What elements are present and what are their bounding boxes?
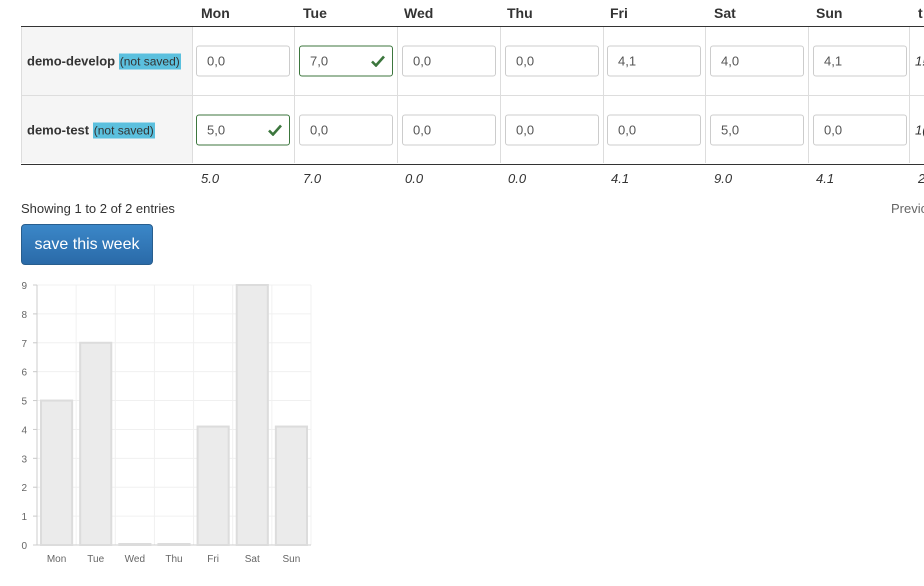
x-tick-label: Wed (125, 554, 145, 565)
not-saved-badge: (not saved) (118, 53, 181, 70)
hours-input-sun[interactable] (813, 114, 907, 145)
hours-input-sun[interactable] (813, 45, 907, 77)
total-all: 2 (918, 171, 924, 186)
not-saved-badge: (not saved) (92, 122, 155, 138)
hours-input-thu[interactable] (505, 114, 599, 145)
total-sat: 9.0 (714, 171, 733, 186)
hours-input-wed[interactable] (402, 45, 496, 77)
total-wed: 0.0 (405, 171, 424, 186)
hours-input-sat[interactable] (710, 114, 804, 145)
cell-tue (295, 96, 398, 163)
row-name-cell: demo-test (not saved) (21, 96, 193, 163)
hours-input-wed[interactable] (402, 114, 496, 145)
table-row: demo-develop (not saved) 1! (21, 27, 924, 95)
bar-wed (118, 543, 152, 546)
column-header-mon[interactable]: Mon (201, 5, 230, 21)
cell-mon (192, 27, 295, 95)
check-icon (268, 124, 282, 136)
x-tick-label: Thu (165, 554, 182, 565)
total-mon: 5.0 (201, 171, 220, 186)
x-tick-label: Sat (245, 554, 260, 565)
cell-tue (295, 27, 398, 95)
cell-fri (603, 96, 706, 163)
x-tick-label: Fri (207, 554, 219, 565)
hours-input-fri[interactable] (607, 45, 701, 77)
hours-input-sat[interactable] (710, 45, 804, 77)
column-header-fri[interactable]: Fri (610, 5, 628, 21)
row-name: demo-develop (27, 53, 116, 69)
y-tick-label: 3 (21, 454, 27, 465)
row-total: 1! (915, 53, 924, 69)
x-tick-label: Tue (87, 554, 104, 565)
cell-mon (192, 96, 295, 163)
column-header-sun[interactable]: Sun (816, 5, 842, 21)
hours-input-mon[interactable] (196, 45, 290, 77)
row-total: 1( (915, 122, 924, 137)
bar-mon (40, 399, 74, 546)
hours-input-tue[interactable] (299, 114, 393, 145)
bar-fri (196, 425, 230, 546)
table-footer-border (21, 164, 924, 165)
entries-info: Showing 1 to 2 of 2 entries (21, 201, 175, 216)
bar-thu (157, 543, 191, 546)
y-tick-label: 8 (21, 310, 27, 321)
bar-sun (274, 425, 309, 546)
x-tick-label: Mon (47, 554, 66, 565)
y-tick-label: 0 (21, 541, 27, 552)
y-tick-label: 6 (21, 368, 27, 379)
cell-thu (501, 96, 604, 163)
total-thu: 0.0 (508, 171, 527, 186)
column-header-total[interactable]: t (918, 5, 923, 21)
x-tick-label: Sun (283, 554, 301, 565)
previous-page-link[interactable]: Previc (891, 201, 924, 216)
total-fri: 4.1 (611, 171, 630, 186)
column-header-thu[interactable]: Thu (507, 5, 533, 21)
column-header-wed[interactable]: Wed (404, 5, 433, 21)
cell-wed (398, 96, 501, 163)
y-tick-label: 7 (21, 339, 27, 350)
cell-sun (809, 27, 910, 95)
y-tick-label: 2 (21, 483, 27, 494)
bar-sat (235, 284, 269, 546)
cell-wed (398, 27, 501, 95)
cell-sun (809, 96, 910, 163)
timesheet-page: Mon Tue Wed Thu Fri Sat Sun t demo-devel… (0, 0, 924, 586)
total-sun: 4.1 (816, 171, 835, 186)
y-tick-label: 4 (21, 425, 27, 436)
save-week-button[interactable]: save this week (21, 224, 153, 265)
total-tue: 7.0 (303, 171, 322, 186)
row-name: demo-test (27, 122, 90, 137)
cell-fri (603, 27, 706, 95)
bar-tue (79, 341, 113, 547)
y-tick-label: 9 (21, 281, 27, 292)
y-tick-label: 1 (21, 512, 27, 523)
column-header-tue[interactable]: Tue (303, 5, 327, 21)
hours-input-fri[interactable] (607, 114, 701, 145)
y-tick-label: 5 (21, 397, 27, 408)
cell-sat (706, 96, 809, 163)
check-icon (371, 55, 385, 67)
cell-thu (501, 27, 604, 95)
hours-input-thu[interactable] (505, 45, 599, 77)
row-name-cell: demo-develop (not saved) (21, 27, 193, 95)
table-row: demo-test (not saved) 1( (21, 96, 924, 163)
hours-bar-chart: 0 1 2 3 4 5 6 7 8 9 Mon Tue Wed Thu Fri Sat Sun (21, 281, 312, 565)
column-header-sat[interactable]: Sat (714, 5, 736, 21)
cell-sat (706, 27, 809, 95)
